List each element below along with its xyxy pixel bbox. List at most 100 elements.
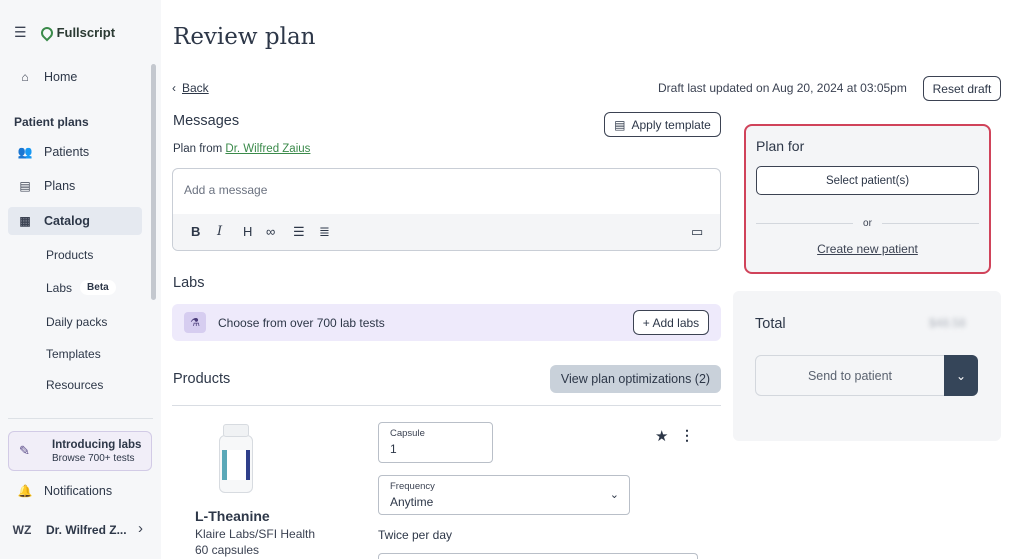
- user-name[interactable]: Dr. Wilfred Z...: [46, 523, 127, 537]
- back-link[interactable]: ‹ Back: [172, 81, 209, 95]
- product-brand: Klaire Labs/SFI Health: [195, 527, 316, 541]
- section-title-patient-plans: Patient plans: [14, 115, 89, 129]
- dosage-label: Capsule: [390, 428, 425, 439]
- labs-promo-card[interactable]: ✎ Introducing labs Browse 700+ tests: [8, 431, 152, 471]
- catalog-icon: ▦: [19, 214, 31, 228]
- sidebar-item-label: Catalog: [44, 214, 90, 228]
- apply-template-button[interactable]: ▤ Apply template: [604, 112, 721, 137]
- plan-for-panel: Plan for Select patient(s) or Create new…: [744, 124, 991, 274]
- select-patients-button[interactable]: Select patient(s): [756, 166, 979, 195]
- more-options-icon[interactable]: ⋮: [680, 427, 694, 444]
- avatar[interactable]: WZ: [8, 518, 36, 542]
- product-name[interactable]: L-Theanine: [195, 508, 270, 524]
- star-icon[interactable]: ★: [655, 427, 668, 445]
- home-icon: ⌂: [21, 70, 29, 84]
- chevron-left-icon: ‹: [172, 81, 176, 95]
- divider: [172, 405, 721, 406]
- dosage-field[interactable]: Capsule 1: [378, 422, 493, 463]
- brand-name: Fullscript: [56, 25, 116, 40]
- bold-button[interactable]: B: [191, 224, 200, 239]
- sidebar-subitem-resources[interactable]: Resources: [46, 378, 103, 392]
- product-size: 60 capsules: [195, 543, 260, 557]
- message-placeholder: Add a message: [184, 183, 268, 197]
- page-title: Review plan: [173, 24, 316, 50]
- sidebar-subitem-label: Templates: [46, 347, 101, 361]
- bottle-body: [219, 435, 253, 493]
- dosage-value: 1: [390, 442, 397, 456]
- promo-title: Introducing labs: [52, 438, 142, 451]
- document-icon: ▤: [19, 179, 31, 193]
- sidebar-item-catalog[interactable]: ▦ Catalog: [8, 207, 142, 235]
- schedule-label: Twice per day: [378, 528, 453, 542]
- template-icon: ▤: [614, 117, 626, 132]
- sidebar-header: ☰ Fullscript: [14, 24, 115, 41]
- apply-template-label: Apply template: [631, 117, 711, 132]
- products-title: Products: [173, 371, 231, 387]
- sidebar-item-patients[interactable]: 👥 Patients: [0, 138, 142, 166]
- sidebar-subitem-products[interactable]: Products: [46, 248, 93, 262]
- frequency-label: Frequency: [390, 481, 435, 492]
- sidebar-item-label: Home: [44, 70, 78, 84]
- link-icon[interactable]: ∞: [266, 224, 275, 239]
- total-panel: Total $48.58 Send to patient ⌄: [733, 291, 1001, 441]
- sidebar-subitem-label: Labs: [46, 280, 73, 295]
- product-image[interactable]: [219, 424, 253, 493]
- sidebar-subitem-daily-packs[interactable]: Daily packs: [46, 315, 107, 329]
- draft-status: Draft last updated on Aug 20, 2024 at 03…: [658, 81, 907, 95]
- sidebar-subitem-labs[interactable]: Labs Beta: [46, 280, 116, 295]
- reset-draft-button[interactable]: Reset draft: [923, 76, 1001, 101]
- bottle-cap: [223, 424, 249, 437]
- promo-subtitle: Browse 700+ tests: [52, 452, 135, 464]
- messages-title: Messages: [173, 113, 240, 129]
- comment-icon[interactable]: ▭: [691, 224, 703, 240]
- total-label: Total: [755, 316, 786, 332]
- editor-toolbar: B I H ∞ ☰ ≣ ▭: [173, 214, 720, 250]
- or-label: or: [863, 218, 872, 229]
- add-labs-button[interactable]: + Add labs: [633, 310, 709, 335]
- send-to-patient-button[interactable]: Send to patient: [755, 355, 945, 396]
- plan-from-prefix: Plan from: [173, 143, 223, 155]
- frequency-value: Anytime: [390, 495, 434, 509]
- back-label: Back: [182, 81, 209, 95]
- beta-badge: Beta: [80, 280, 116, 295]
- pen-icon: ✎: [19, 443, 30, 458]
- sidebar-subitem-label: Daily packs: [46, 315, 108, 329]
- labs-title: Labs: [173, 275, 205, 291]
- view-plan-optimizations-button[interactable]: View plan optimizations (2): [550, 365, 721, 393]
- chevron-down-icon: ⌄: [609, 489, 619, 501]
- frequency-select[interactable]: Frequency Anytime ⌄: [378, 475, 630, 515]
- sidebar-item-notifications[interactable]: 🔔 Notifications: [0, 477, 142, 505]
- logo[interactable]: Fullscript: [38, 24, 116, 41]
- or-divider: or: [756, 218, 979, 229]
- heading-button[interactable]: H: [243, 224, 252, 239]
- next-field[interactable]: [378, 553, 698, 559]
- flask-icon: ⚗: [184, 312, 206, 333]
- message-editor[interactable]: Add a message B I H ∞ ☰ ≣ ▭: [172, 168, 721, 251]
- sidebar-divider: [8, 418, 153, 419]
- sidebar-item-label: Patients: [44, 145, 90, 159]
- chevron-down-icon[interactable]: ⌄: [944, 355, 978, 396]
- sidebar-subitem-label: Resources: [46, 378, 104, 392]
- sidebar-item-home[interactable]: ⌂ Home: [0, 63, 142, 91]
- or-line-left: [756, 223, 854, 224]
- sidebar-scrollbar[interactable]: [151, 64, 156, 300]
- menu-icon[interactable]: ☰: [14, 24, 27, 41]
- plan-for-title: Plan for: [756, 138, 805, 154]
- total-value: $48.58: [929, 316, 966, 330]
- leaf-icon: [38, 24, 56, 41]
- create-new-patient-link[interactable]: Create new patient: [746, 242, 989, 256]
- labs-choose-text: Choose from over 700 lab tests: [218, 316, 385, 330]
- users-icon: 👥: [17, 145, 33, 159]
- italic-button[interactable]: I: [217, 224, 222, 239]
- sidebar-item-plans[interactable]: ▤ Plans: [0, 172, 142, 200]
- or-line-right: [881, 223, 979, 224]
- sidebar-subitem-label: Products: [46, 248, 94, 262]
- plan-from: Plan from Dr. Wilfred Zaius: [173, 143, 310, 155]
- chevron-right-icon[interactable]: ›: [138, 520, 143, 537]
- numbered-list-icon[interactable]: ≣: [319, 224, 330, 240]
- bullet-list-icon[interactable]: ☰: [293, 224, 305, 240]
- doctor-link[interactable]: Dr. Wilfred Zaius: [225, 143, 310, 155]
- bell-icon: 🔔: [17, 484, 33, 498]
- sidebar-subitem-templates[interactable]: Templates: [46, 347, 101, 361]
- sidebar-item-label: Plans: [44, 179, 76, 193]
